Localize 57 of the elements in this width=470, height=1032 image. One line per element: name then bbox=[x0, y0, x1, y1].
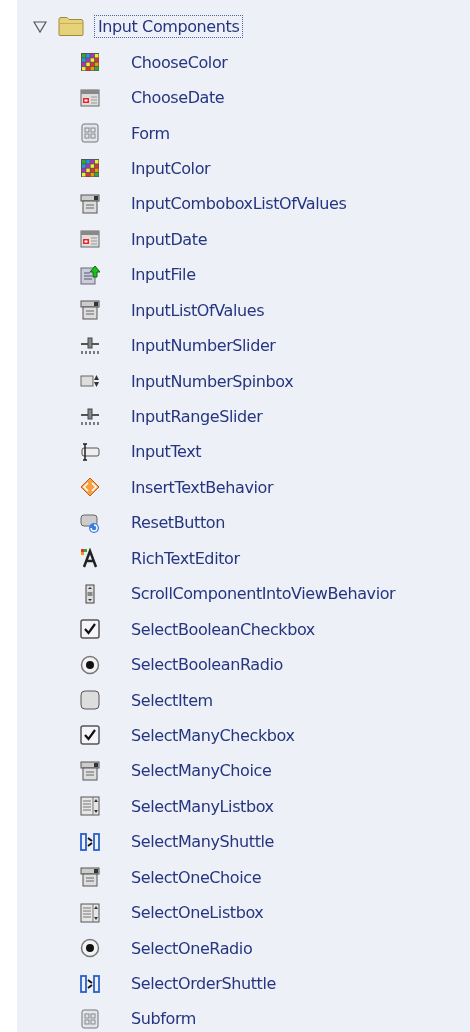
tree-item[interactable]: InsertTextBehavior bbox=[127, 475, 278, 499]
tree-item[interactable]: ResetButton bbox=[127, 511, 229, 535]
tree-item[interactable]: SelectOneChoice bbox=[127, 865, 266, 889]
slider-icon bbox=[80, 406, 100, 427]
tree-item[interactable]: ChooseDate bbox=[127, 86, 229, 110]
tree-item[interactable]: RichTextEditor bbox=[127, 546, 244, 570]
tree-item[interactable]: SelectBooleanRadio bbox=[127, 653, 287, 677]
tree-item[interactable]: SelectOneRadio bbox=[127, 936, 257, 960]
folder-icon bbox=[58, 16, 84, 38]
tree-item[interactable]: ScrollComponentIntoViewBehavior bbox=[127, 582, 400, 606]
dropdown-list-icon bbox=[80, 193, 100, 214]
listbox-icon bbox=[80, 902, 100, 923]
code-brackets-icon bbox=[80, 477, 100, 498]
tree-item[interactable]: SelectOneListbox bbox=[127, 901, 268, 925]
expand-triangle-icon[interactable] bbox=[33, 19, 47, 34]
tree-item[interactable]: Form bbox=[127, 121, 174, 145]
tree-item[interactable]: Subform bbox=[127, 1007, 200, 1031]
checkbox-icon bbox=[80, 725, 100, 746]
tree-item[interactable]: InputFile bbox=[127, 263, 200, 287]
shuttle-icon bbox=[80, 973, 100, 994]
form-icon bbox=[80, 123, 100, 144]
tree-item[interactable]: InputNumberSlider bbox=[127, 334, 280, 358]
radio-icon bbox=[80, 938, 100, 959]
form-icon bbox=[80, 1008, 100, 1029]
tree-node[interactable]: Input Components bbox=[94, 15, 244, 39]
tree-item[interactable]: InputNumberSpinbox bbox=[127, 369, 298, 393]
tree-item[interactable]: InputText bbox=[127, 440, 206, 464]
listbox-icon bbox=[80, 796, 100, 817]
reset-icon bbox=[80, 512, 100, 533]
tree-item[interactable]: SelectManyCheckbox bbox=[127, 723, 299, 747]
checkbox-icon bbox=[80, 619, 100, 640]
dropdown-list-icon bbox=[80, 760, 100, 781]
tree-item[interactable]: SelectManyListbox bbox=[127, 794, 278, 818]
tree-item[interactable]: InputDate bbox=[127, 227, 212, 251]
tree-item[interactable]: InputColor bbox=[127, 156, 215, 180]
tree-item[interactable]: SelectManyShuttle bbox=[127, 830, 279, 854]
tree-item[interactable]: InputRangeSlider bbox=[127, 405, 267, 429]
file-upload-icon bbox=[80, 264, 100, 285]
calendar-icon bbox=[80, 229, 100, 250]
tree-item[interactable]: SelectItem bbox=[127, 688, 217, 712]
shuttle-icon bbox=[80, 831, 100, 852]
color-grid-icon bbox=[80, 52, 100, 73]
text-field-icon bbox=[80, 441, 100, 462]
tree-item[interactable]: SelectManyChoice bbox=[127, 759, 276, 783]
color-grid-icon bbox=[80, 158, 100, 179]
calendar-icon bbox=[80, 87, 100, 108]
tree-item[interactable]: ChooseColor bbox=[127, 50, 232, 74]
tree-item[interactable]: SelectBooleanCheckbox bbox=[127, 617, 319, 641]
radio-icon bbox=[80, 654, 100, 675]
tree-item[interactable]: InputComboboxListOfValues bbox=[127, 192, 351, 216]
slider-icon bbox=[80, 335, 100, 356]
dropdown-list-icon bbox=[80, 300, 100, 321]
tree-item[interactable]: InputListOfValues bbox=[127, 298, 269, 322]
item-box-icon bbox=[80, 690, 100, 711]
tree-item[interactable]: SelectOrderShuttle bbox=[127, 972, 280, 996]
letter-a-icon bbox=[80, 548, 100, 569]
dropdown-list-icon bbox=[80, 867, 100, 888]
